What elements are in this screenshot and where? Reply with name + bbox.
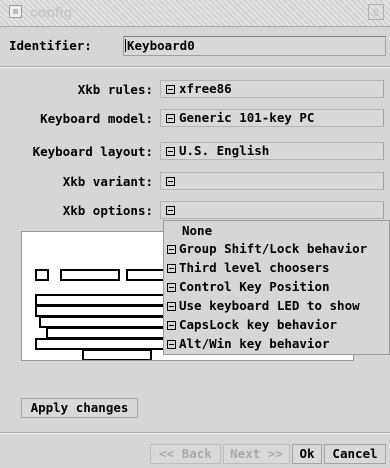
xkb-options-menu[interactable]: None Group Shift/Lock behavior Third lev… bbox=[163, 220, 390, 355]
menu-item-group-shift-lock[interactable]: Group Shift/Lock behavior bbox=[167, 241, 367, 256]
xkb-options-label: Xkb options: bbox=[62, 203, 153, 218]
combo-icon bbox=[166, 206, 175, 215]
apply-changes-button[interactable]: Apply changes bbox=[21, 398, 138, 418]
separator bbox=[0, 432, 390, 434]
keyboard-key bbox=[60, 269, 120, 281]
combo-icon bbox=[166, 177, 175, 186]
next-button[interactable]: Next >> bbox=[223, 444, 290, 464]
cancel-button[interactable]: Cancel bbox=[324, 444, 386, 464]
identifier-label: Identifier: bbox=[9, 38, 92, 53]
window-title: config bbox=[30, 4, 72, 20]
submenu-icon bbox=[167, 283, 176, 292]
xkb-variant-combo[interactable] bbox=[160, 172, 384, 190]
back-button[interactable]: << Back bbox=[150, 444, 221, 464]
combo-icon bbox=[166, 147, 175, 156]
xkb-rules-value: xfree86 bbox=[179, 81, 232, 96]
xkb-options-combo[interactable] bbox=[160, 201, 384, 219]
keyboard-layout-value: U.S. English bbox=[179, 143, 270, 158]
identifier-input[interactable]: Keyboard0 bbox=[123, 36, 386, 56]
spacebar-key bbox=[82, 349, 152, 360]
menu-item-control-key[interactable]: Control Key Position bbox=[167, 279, 330, 294]
submenu-icon bbox=[167, 245, 176, 254]
submenu-icon bbox=[167, 264, 176, 273]
ok-button[interactable]: Ok bbox=[292, 444, 322, 464]
menu-item-none[interactable]: None bbox=[182, 223, 212, 238]
menu-item-label: Use keyboard LED to show bbox=[179, 298, 360, 313]
menu-item-label: Group Shift/Lock behavior bbox=[179, 241, 368, 256]
keyboard-model-value: Generic 101-key PC bbox=[179, 110, 315, 125]
menu-item-capslock[interactable]: CapsLock key behavior bbox=[167, 317, 337, 332]
keyboard-key bbox=[35, 269, 49, 281]
menu-item-label: Alt/Win key behavior bbox=[179, 336, 330, 351]
menu-item-third-level[interactable]: Third level choosers bbox=[167, 260, 330, 275]
menu-item-label: Control Key Position bbox=[179, 279, 330, 294]
title-bar[interactable]: config ▯ bbox=[0, 0, 390, 27]
menu-item-alt-win[interactable]: Alt/Win key behavior bbox=[167, 336, 330, 351]
text-cursor bbox=[125, 39, 126, 52]
submenu-icon bbox=[167, 340, 176, 349]
combo-icon bbox=[166, 114, 175, 123]
window-menu-icon[interactable] bbox=[9, 5, 22, 18]
keyboard-model-combo[interactable]: Generic 101-key PC bbox=[160, 109, 384, 127]
identifier-value: Keyboard0 bbox=[127, 38, 195, 53]
submenu-icon bbox=[167, 321, 176, 330]
keyboard-layout-combo[interactable]: U.S. English bbox=[160, 142, 384, 160]
menu-item-keyboard-led[interactable]: Use keyboard LED to show bbox=[167, 298, 360, 313]
xkb-variant-label: Xkb variant: bbox=[62, 174, 153, 189]
xkb-rules-label: Xkb rules: bbox=[77, 82, 153, 97]
combo-icon bbox=[166, 85, 175, 94]
menu-item-label: Third level choosers bbox=[179, 260, 330, 275]
xkb-rules-combo[interactable]: xfree86 bbox=[160, 80, 384, 98]
keyboard-model-label: Keyboard model: bbox=[40, 111, 153, 126]
submenu-icon bbox=[167, 302, 176, 311]
menu-item-label: CapsLock key behavior bbox=[179, 317, 338, 332]
separator bbox=[0, 66, 390, 68]
keyboard-layout-label: Keyboard layout: bbox=[32, 144, 153, 159]
window-control-icon[interactable]: ▯ bbox=[368, 4, 384, 20]
